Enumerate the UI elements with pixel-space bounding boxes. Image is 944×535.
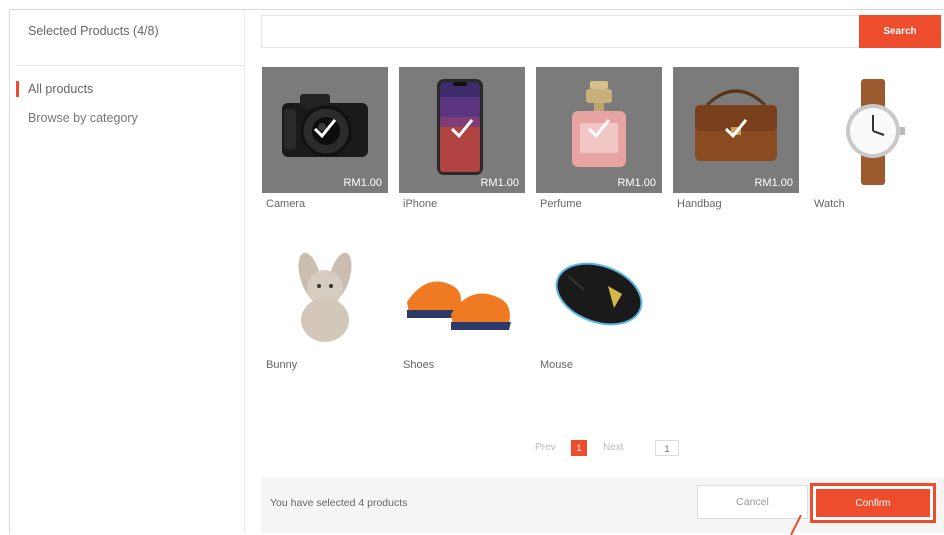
sidebar-divider: [16, 65, 244, 66]
product-thumbnail: RM1.00: [673, 67, 799, 193]
shoes-icon: [407, 281, 511, 330]
confirm-highlight: Confirm: [810, 483, 936, 523]
watch-icon: [846, 79, 905, 185]
page-jump-input[interactable]: 1: [655, 440, 679, 456]
cancel-button[interactable]: Cancel: [697, 485, 808, 519]
sidebar-item-browse-by-category[interactable]: Browse by category: [28, 111, 138, 125]
product-card-shoes[interactable]: Shoes: [399, 228, 525, 371]
check-icon: [587, 118, 611, 139]
product-thumbnail: [810, 67, 936, 193]
footer-bar: You have selected 4 products Cancel Conf…: [261, 477, 944, 533]
search-button[interactable]: Search: [859, 15, 941, 48]
product-name: Handbag: [677, 198, 722, 210]
check-icon: [313, 118, 337, 139]
product-name: Bunny: [266, 359, 298, 371]
product-name: Mouse: [540, 359, 574, 371]
product-card-camera[interactable]: RM1.00 Camera: [262, 67, 388, 210]
product-price: RM1.00: [754, 177, 793, 189]
product-thumbnail: [536, 228, 662, 354]
check-icon: [724, 118, 748, 139]
product-price: RM1.00: [617, 177, 656, 189]
product-card-bunny[interactable]: Bunny: [262, 228, 388, 371]
selection-status: You have selected 4 products: [270, 497, 408, 509]
mouse-icon: [555, 262, 643, 326]
product-thumbnail: [399, 228, 525, 354]
check-icon: [450, 118, 474, 139]
search-input[interactable]: [261, 15, 859, 48]
selected-products-title: Selected Products (4/8): [28, 24, 159, 38]
product-thumbnail: RM1.00: [536, 67, 662, 193]
product-thumbnail: RM1.00: [262, 67, 388, 193]
product-price: RM1.00: [480, 177, 519, 189]
annotation-pointer: [790, 515, 802, 535]
product-thumbnail: [262, 228, 388, 354]
product-name: Perfume: [540, 198, 582, 210]
product-card-iphone[interactable]: RM1.00 iPhone: [399, 67, 525, 210]
product-card-watch[interactable]: Watch: [810, 67, 936, 210]
sidebar-item-all-products[interactable]: All products: [15, 81, 93, 97]
confirm-button[interactable]: Confirm: [816, 489, 930, 517]
product-price: RM1.00: [343, 177, 382, 189]
product-card-mouse[interactable]: Mouse: [536, 228, 662, 371]
product-name: Watch: [814, 198, 845, 210]
next-page-button[interactable]: Next: [603, 442, 624, 453]
prev-page-button[interactable]: Prev: [535, 442, 556, 453]
product-name: iPhone: [403, 198, 438, 210]
product-name: Shoes: [403, 359, 435, 371]
product-card-handbag[interactable]: RM1.00 Handbag: [673, 67, 799, 210]
sidebar: Selected Products (4/8) All products Bro…: [10, 10, 245, 533]
bunny-icon: [298, 252, 352, 342]
product-thumbnail: RM1.00: [399, 67, 525, 193]
page-number-current[interactable]: 1: [571, 440, 587, 456]
product-name: Camera: [266, 198, 306, 210]
product-card-perfume[interactable]: RM1.00 Perfume: [536, 67, 662, 210]
